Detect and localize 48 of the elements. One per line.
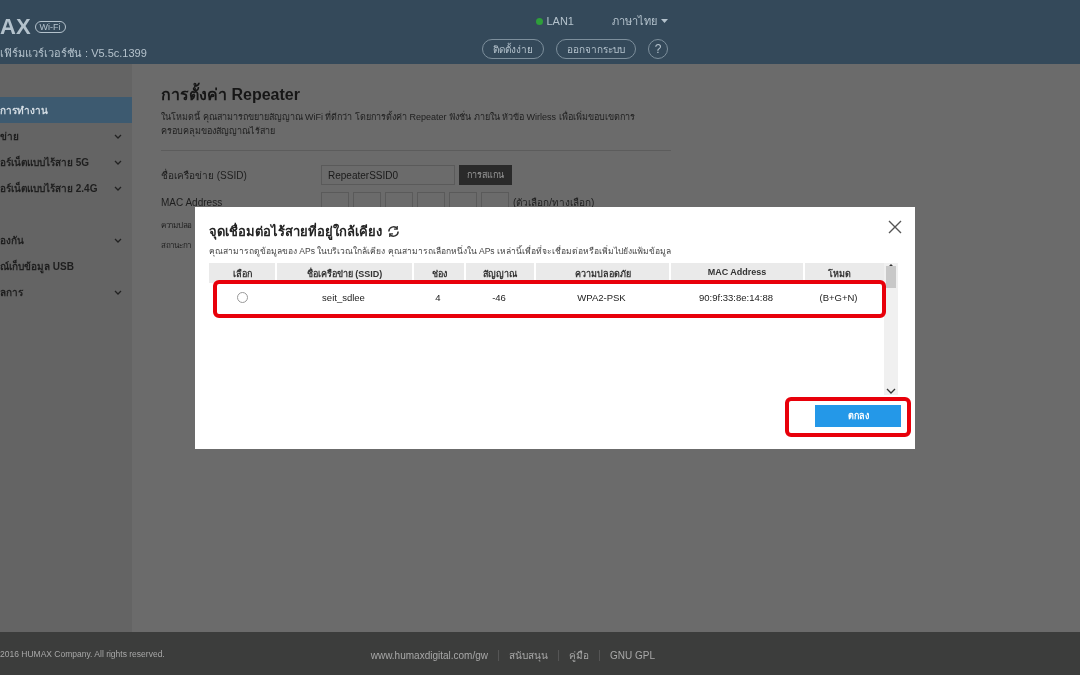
table-cell-text: 4 [434,291,442,303]
footer-link[interactable]: www.humaxdigital.com/gw [360,649,498,661]
scan-button[interactable]: การสแกน [459,165,512,185]
input-field[interactable]: RepeaterSSID0 [321,165,455,185]
field-label: MAC Address [161,196,224,208]
logo-text: AX [0,14,31,40]
caret-icon [661,19,668,23]
field-label: สถานะกา [161,240,191,252]
sidebar-item[interactable]: การทำงาน [0,97,132,123]
ok-button[interactable]: ตกลง [815,405,901,427]
dialog-title: จุดเชื่อมต่อไร้สายที่อยู่ใกล้เคียง [209,221,382,242]
footer-link[interactable]: สนับสนุน [498,649,558,661]
scrollbar[interactable] [884,263,898,395]
scroll-down-icon[interactable] [886,387,896,395]
connection-label: LAN1 [546,15,574,27]
copyright-text: 2016 HUMAX Company. All rights reserved. [0,648,165,659]
sidebar-item[interactable]: ข่าย [0,123,132,149]
radio-button[interactable] [236,291,248,303]
sidebar-item[interactable]: อร์เน็ตแบบไร้สาย 5G [0,149,132,175]
close-button[interactable] [887,219,903,235]
column-header: ความปลอดภัย [534,263,669,283]
table-cell-text: (B+G+N) [818,291,859,303]
refresh-icon[interactable] [387,225,400,238]
firmware-version: เฟิร์มแวร์เวอร์ชัน : V5.5c.1399 [0,46,147,61]
table-cell-text: -46 [491,291,507,303]
table-cell-text: seit_sdlee [321,291,366,303]
sidebar-item[interactable]: ลการ [0,279,132,305]
column-header: ชื่อเครือข่าย (SSID) [275,263,412,283]
dialog-subtitle: คุณสามารถดูข้อมูลของ APs ในบริเวณใกล้เคียง คุณสามารถเลือกหนึ่งใน APs เหล่านี้เพื่อที่จะเชื่อมต่อหรือเพิ่มไปยังแฟ้มข้อมูล [209,244,672,258]
sidebar-item[interactable]: องกัน [0,227,132,253]
column-header: ช่อง [412,263,464,283]
scrollbar-thumb[interactable] [886,265,896,288]
page-title: การตั้งค่า Repeater [161,82,1080,107]
page-description: ในโหมดนี้ คุณสามารถขยายสัญญาณ WiFi ที่ดีกว่า โดยการตั้งค่า Repeater ฟังชั่น ภายใน หัวข้อ Wirless เพื่อเพิ่มขอบเขตการครอบคลุมของสัญญาณไร้สาย [161,110,671,151]
field-hint: (ตัวเลือก/ทางเลือก) [513,195,595,210]
table-cell-text: 90:9f:33:8e:14:88 [698,291,774,303]
language-select[interactable]: ภาษาไทย [612,12,668,30]
column-header: โหมด [803,263,874,283]
column-header: สัญญาณ [464,263,534,283]
sidebar-item[interactable]: ณ์เก็บข้อมูล USB [0,253,132,279]
sidebar-item[interactable]: อร์เน็ตแบบไร้สาย 2.4G [0,175,132,201]
field-label: ความปลอ [161,220,192,232]
footer-link[interactable]: GNU GPL [599,649,665,661]
column-header: MAC Address [669,263,803,283]
table-cell-text: WPA2-PSK [576,291,627,303]
field-label: ชื่อเครือข่าย (SSID) [161,167,248,183]
footer-link[interactable]: คู่มือ [558,649,599,661]
column-header: เลือก [231,267,253,281]
